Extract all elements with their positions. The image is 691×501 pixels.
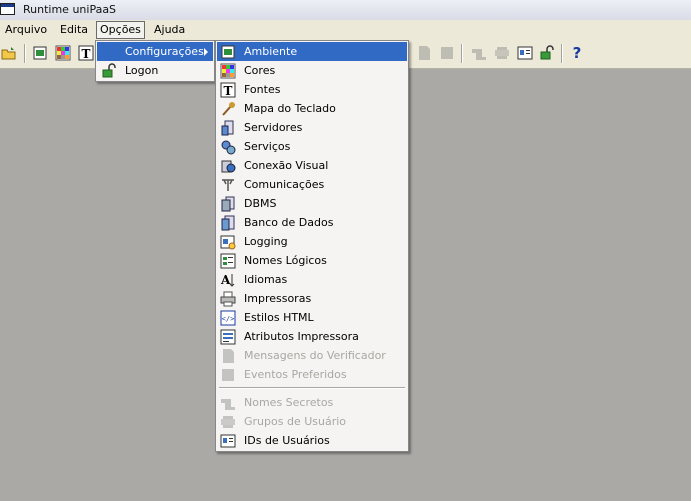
submenu-label: Nomes Secretos xyxy=(244,396,334,409)
html-styles-icon: </> xyxy=(220,310,236,326)
secret-names-icon xyxy=(220,395,236,411)
communications-icon xyxy=(220,177,236,193)
help-icon[interactable]: ? xyxy=(569,45,585,61)
fonts-icon[interactable]: T xyxy=(78,45,94,61)
submenu-arrow-icon xyxy=(204,48,208,56)
submenu-item-estilos-html[interactable]: </> Estilos HTML xyxy=(217,308,407,327)
svg-text:T: T xyxy=(224,84,233,98)
logging-icon xyxy=(220,234,236,250)
svg-text:T: T xyxy=(82,47,91,61)
submenu-label: Eventos Preferidos xyxy=(244,368,347,381)
submenu-item-impressoras[interactable]: Impressoras xyxy=(217,289,407,308)
submenu-item-idiomas[interactable]: A Idiomas xyxy=(217,270,407,289)
languages-icon: A xyxy=(220,272,236,288)
colors-icon[interactable] xyxy=(55,45,71,61)
menu-separator xyxy=(219,387,405,389)
options-menu: Configurações Logon xyxy=(95,40,215,82)
submenu-label: Mensagens do Verificador xyxy=(244,349,386,362)
submenu-item-ids-usuarios[interactable]: IDs de Usuários xyxy=(217,431,407,450)
environment-icon[interactable] xyxy=(32,45,48,61)
submenu-label: Grupos de Usuário xyxy=(244,415,347,428)
submenu-item-cores[interactable]: Cores xyxy=(217,61,407,80)
lock-icon[interactable] xyxy=(539,45,555,61)
open-folder-icon[interactable] xyxy=(1,45,17,61)
submenu-item-servicos[interactable]: Serviços xyxy=(217,137,407,156)
submenu-label: Comunicações xyxy=(244,178,325,191)
submenu-label: Cores xyxy=(244,64,276,77)
submenu-item-atributos-impressora[interactable]: Atributos Impressora xyxy=(217,327,407,346)
submenu-item-grupos-usuario: Grupos de Usuário xyxy=(217,412,407,431)
menu-item-label: Logon xyxy=(125,64,159,77)
preferred-events-icon xyxy=(220,367,236,383)
title-bar: Runtime uniPaaS xyxy=(0,0,691,21)
lock-icon xyxy=(101,63,117,79)
user-groups-icon xyxy=(220,414,236,430)
menu-arquivo[interactable]: Arquivo xyxy=(2,22,50,38)
submenu-label: Banco de Dados xyxy=(244,216,334,229)
window-title: Runtime uniPaaS xyxy=(23,3,117,16)
submenu-item-nomes-secretos: Nomes Secretos xyxy=(217,393,407,412)
submenu-item-fontes[interactable]: T Fontes xyxy=(217,80,407,99)
config-submenu: Ambiente Cores T Fontes Mapa do Teclado … xyxy=(215,40,409,452)
submenu-label: DBMS xyxy=(244,197,277,210)
user-ids-icon[interactable] xyxy=(517,45,533,61)
submenu-label: Logging xyxy=(244,235,288,248)
svg-text:A: A xyxy=(220,273,231,287)
dbms-icon xyxy=(220,196,236,212)
menu-item-label: Configurações xyxy=(125,45,204,58)
visual-connection-icon xyxy=(220,158,236,174)
checker-messages-icon[interactable] xyxy=(416,45,432,61)
printer-attributes-icon xyxy=(220,329,236,345)
submenu-label: Ambiente xyxy=(244,45,298,58)
user-groups-icon[interactable] xyxy=(494,45,510,61)
printers-icon xyxy=(220,291,236,307)
keyboard-map-icon xyxy=(220,101,236,117)
user-ids-icon xyxy=(220,433,236,449)
checker-messages-icon xyxy=(220,348,236,364)
servers-icon xyxy=(220,120,236,136)
services-icon xyxy=(220,139,236,155)
submenu-label: Mapa do Teclado xyxy=(244,102,336,115)
submenu-label: IDs de Usuários xyxy=(244,434,330,447)
preferred-events-icon[interactable] xyxy=(439,45,455,61)
submenu-label: Serviços xyxy=(244,140,291,153)
submenu-label: Atributos Impressora xyxy=(244,330,359,343)
menu-opcoes[interactable]: Opções xyxy=(96,21,145,39)
svg-text:</>: </> xyxy=(222,315,235,323)
submenu-label: Estilos HTML xyxy=(244,311,314,324)
submenu-item-mapa-teclado[interactable]: Mapa do Teclado xyxy=(217,99,407,118)
submenu-label: Conexão Visual xyxy=(244,159,329,172)
submenu-item-comunicacoes[interactable]: Comunicações xyxy=(217,175,407,194)
submenu-label: Fontes xyxy=(244,83,281,96)
fonts-icon: T xyxy=(220,82,236,98)
database-icon xyxy=(220,215,236,231)
submenu-item-nomes-logicos[interactable]: Nomes Lógicos xyxy=(217,251,407,270)
submenu-item-ambiente[interactable]: Ambiente xyxy=(217,42,407,61)
menu-edita[interactable]: Edita xyxy=(57,22,91,38)
submenu-item-servidores[interactable]: Servidores xyxy=(217,118,407,137)
submenu-item-banco-dados[interactable]: Banco de Dados xyxy=(217,213,407,232)
logical-names-icon xyxy=(220,253,236,269)
secret-names-icon[interactable] xyxy=(471,45,487,61)
submenu-label: Impressoras xyxy=(244,292,312,305)
environment-icon xyxy=(220,44,236,60)
submenu-item-logging[interactable]: Logging xyxy=(217,232,407,251)
menu-item-configuracoes[interactable]: Configurações xyxy=(97,42,213,61)
submenu-item-dbms[interactable]: DBMS xyxy=(217,194,407,213)
submenu-label: Idiomas xyxy=(244,273,288,286)
menu-ajuda[interactable]: Ajuda xyxy=(151,22,188,38)
app-window-icon xyxy=(0,3,15,15)
submenu-item-eventos-preferidos: Eventos Preferidos xyxy=(217,365,407,384)
menu-item-logon[interactable]: Logon xyxy=(97,61,213,80)
submenu-label: Servidores xyxy=(244,121,303,134)
menu-bar: Arquivo Edita Opções Ajuda xyxy=(0,20,691,40)
submenu-label: Nomes Lógicos xyxy=(244,254,327,267)
submenu-item-conexao-visual[interactable]: Conexão Visual xyxy=(217,156,407,175)
submenu-item-mensagens-verificador: Mensagens do Verificador xyxy=(217,346,407,365)
colors-icon xyxy=(220,63,236,79)
